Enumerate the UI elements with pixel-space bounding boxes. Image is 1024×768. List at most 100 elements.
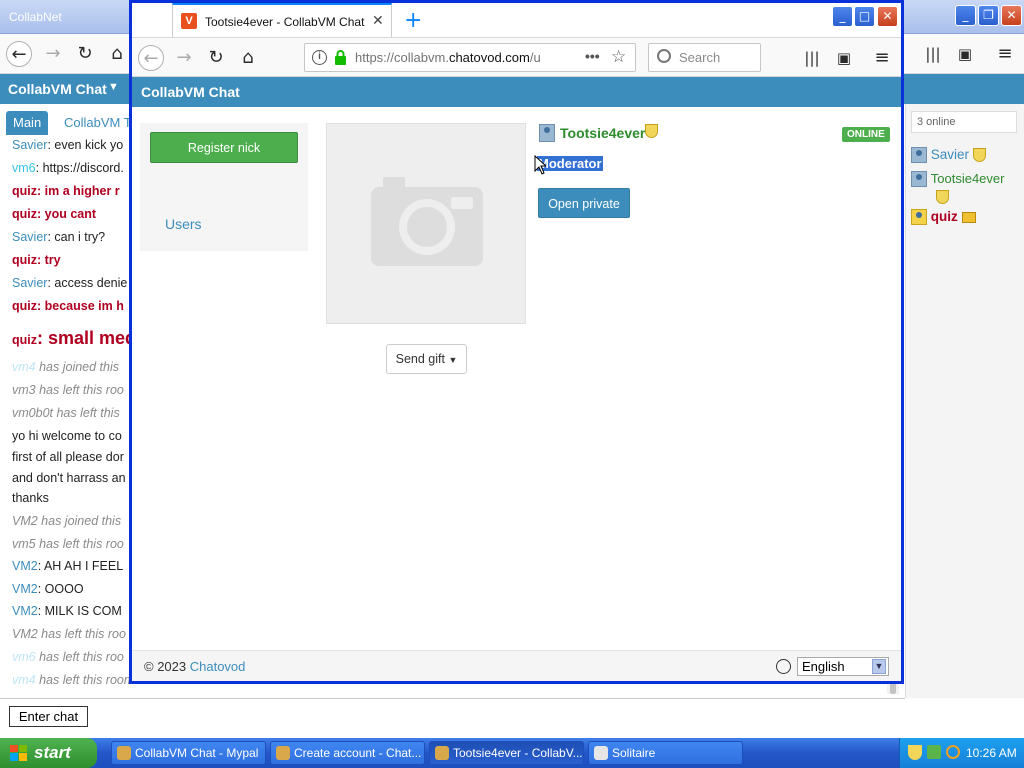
reload-icon[interactable]: ↻ <box>72 41 98 67</box>
chat-nick[interactable]: VM2 <box>12 604 38 618</box>
chat-text: yo hi welcome to co <box>12 429 122 443</box>
chevron-down-icon[interactable]: ▼ <box>108 81 119 93</box>
url-bar[interactable]: i https://collabvm.chatovod.com/u ••• ☆ <box>304 43 636 72</box>
popup-maximize-button[interactable]: □ <box>854 6 875 27</box>
online-user-tootsie4ever[interactable]: Tootsie4ever <box>911 171 1004 204</box>
open-private-button[interactable]: Open private <box>538 188 630 218</box>
chat-nick[interactable]: VM2 <box>12 559 38 573</box>
taskbar: start CollabVM Chat - Mypal Create accou… <box>0 738 1024 768</box>
online-count: 3 online <box>911 111 1017 133</box>
popup-titlebar: V Tootsie4ever - CollabVM Chat ✕ + _ □ ✕ <box>132 3 901 37</box>
network-icon[interactable] <box>927 745 941 759</box>
chat-nick[interactable]: quiz <box>12 253 37 267</box>
chevron-down-icon[interactable]: ▼ <box>872 659 886 674</box>
tab-collabvm[interactable]: CollabVM T <box>57 111 139 135</box>
taskbar-button-create-account[interactable]: Create account - Chat... <box>270 741 425 765</box>
chat-nick[interactable]: Savier <box>12 276 47 290</box>
chat-nick[interactable]: vm4 <box>12 360 36 374</box>
chat-message: VM2 has left this roo <box>12 627 126 641</box>
chat-nick[interactable]: Savier <box>12 230 47 244</box>
send-gift-button[interactable]: Send gift ▼ <box>386 344 467 374</box>
chat-nick[interactable]: quiz <box>12 207 37 221</box>
clock: 10:26 AM <box>966 746 1017 760</box>
chat-message: thanks <box>12 491 49 505</box>
chat-text: has left this room <box>35 673 132 687</box>
popup-minimize-button[interactable]: _ <box>832 6 853 27</box>
info-icon[interactable]: i <box>312 50 327 65</box>
chat-nick[interactable]: vm6 <box>12 650 36 664</box>
page-actions-icon[interactable]: ••• <box>585 48 600 64</box>
back-icon[interactable]: ← <box>6 41 32 67</box>
home-icon[interactable]: ⌂ <box>104 41 130 67</box>
users-link[interactable]: Users <box>165 216 202 232</box>
chat-message: Savier: even kick yo <box>12 138 123 152</box>
minimize-button[interactable]: _ <box>955 5 976 26</box>
back-icon[interactable]: ← <box>138 45 164 71</box>
camera-icon <box>371 177 483 266</box>
tab-main[interactable]: Main <box>6 111 49 135</box>
chat-nick[interactable]: vm6 <box>12 161 36 175</box>
sidebar-icon[interactable]: ▣ <box>952 41 978 67</box>
moderator-shield-icon <box>936 189 949 204</box>
menu-icon[interactable]: ≡ <box>869 45 895 71</box>
language-select[interactable]: English ▼ <box>797 657 889 676</box>
solitaire-icon <box>594 746 608 760</box>
popup-footer: © 2023 Chatovod English ▼ <box>132 650 901 681</box>
url-text[interactable]: https://collabvm.chatovod.com/u <box>355 50 541 65</box>
user-avatar-icon <box>911 171 927 188</box>
online-user-name: Tootsie4ever <box>930 171 1005 186</box>
chatovod-link[interactable]: Chatovod <box>190 659 246 674</box>
lock-icon <box>335 50 346 65</box>
chat-text: : you cant <box>37 207 97 221</box>
security-shield-icon[interactable] <box>908 745 922 760</box>
library-icon[interactable]: ||| <box>799 45 825 71</box>
chat-message: VM2: MILK IS COM <box>12 604 122 618</box>
search-icon[interactable] <box>946 745 960 759</box>
start-label: start <box>34 743 71 762</box>
home-icon[interactable]: ⌂ <box>235 45 261 71</box>
forward-icon[interactable]: → <box>171 45 197 71</box>
library-icon[interactable]: ||| <box>920 41 946 67</box>
chat-message: yo hi welcome to co <box>12 429 122 443</box>
start-button[interactable]: start <box>0 738 97 768</box>
app-title[interactable]: CollabVM Chat <box>8 81 107 97</box>
close-button[interactable]: ✕ <box>1001 5 1022 26</box>
browser-tab[interactable]: V Tootsie4ever - CollabVM Chat ✕ <box>172 3 392 37</box>
popup-close-button[interactable]: ✕ <box>877 6 898 27</box>
moderator-shield-icon <box>645 124 658 138</box>
online-user-savier[interactable]: Savier <box>911 147 986 164</box>
enter-chat-button[interactable]: Enter chat <box>9 706 88 727</box>
chat-nick[interactable]: quiz <box>12 184 37 198</box>
taskbar-button-tootsie4ever[interactable]: Tootsie4ever - CollabV... <box>429 741 584 765</box>
register-nick-button[interactable]: Register nick <box>150 132 298 163</box>
browser-icon <box>117 746 131 760</box>
app-title[interactable]: CollabVM Chat <box>141 84 240 100</box>
chat-nick[interactable]: quiz <box>12 299 37 313</box>
chat-text: : because im h <box>37 299 124 313</box>
restore-button[interactable]: ❐ <box>978 5 999 26</box>
taskbar-button-solitaire[interactable]: Solitaire <box>588 741 743 765</box>
chat-nick[interactable]: vm4 <box>12 673 36 687</box>
browser-tab-title: Tootsie4ever - CollabVM Chat <box>205 15 365 29</box>
background-window-title: CollabNet <box>9 10 62 24</box>
chat-text: : access denie <box>47 276 128 290</box>
chat-nick[interactable]: Savier <box>12 138 47 152</box>
forward-icon[interactable]: → <box>40 41 66 67</box>
chat-nick[interactable]: quiz <box>12 333 37 347</box>
taskbar-button-collabvm-chat[interactable]: CollabVM Chat - Mypal <box>111 741 266 765</box>
search-box[interactable]: Search <box>648 43 761 72</box>
chat-nick[interactable]: VM2 <box>12 582 38 596</box>
popup-navbar: ← → ↻ ⌂ i https://collabvm.chatovod.com/… <box>132 37 901 77</box>
menu-icon[interactable]: ≡ <box>992 41 1018 67</box>
chat-message: quiz: small medium <box>12 328 132 349</box>
popup-browser-window: V Tootsie4ever - CollabVM Chat ✕ + _ □ ✕… <box>129 0 904 684</box>
reload-icon[interactable]: ↻ <box>203 45 229 71</box>
role-label: Moderator <box>537 156 603 171</box>
online-user-quiz[interactable]: quiz <box>911 209 976 226</box>
chat-text: : OOOO <box>37 582 84 596</box>
bookmark-star-icon[interactable]: ☆ <box>611 47 626 67</box>
close-tab-icon[interactable]: ✕ <box>372 13 384 29</box>
new-tab-icon[interactable]: + <box>404 8 422 33</box>
chat-message: first of all please dor <box>12 450 124 464</box>
sidebar-icon[interactable]: ▣ <box>831 45 857 71</box>
